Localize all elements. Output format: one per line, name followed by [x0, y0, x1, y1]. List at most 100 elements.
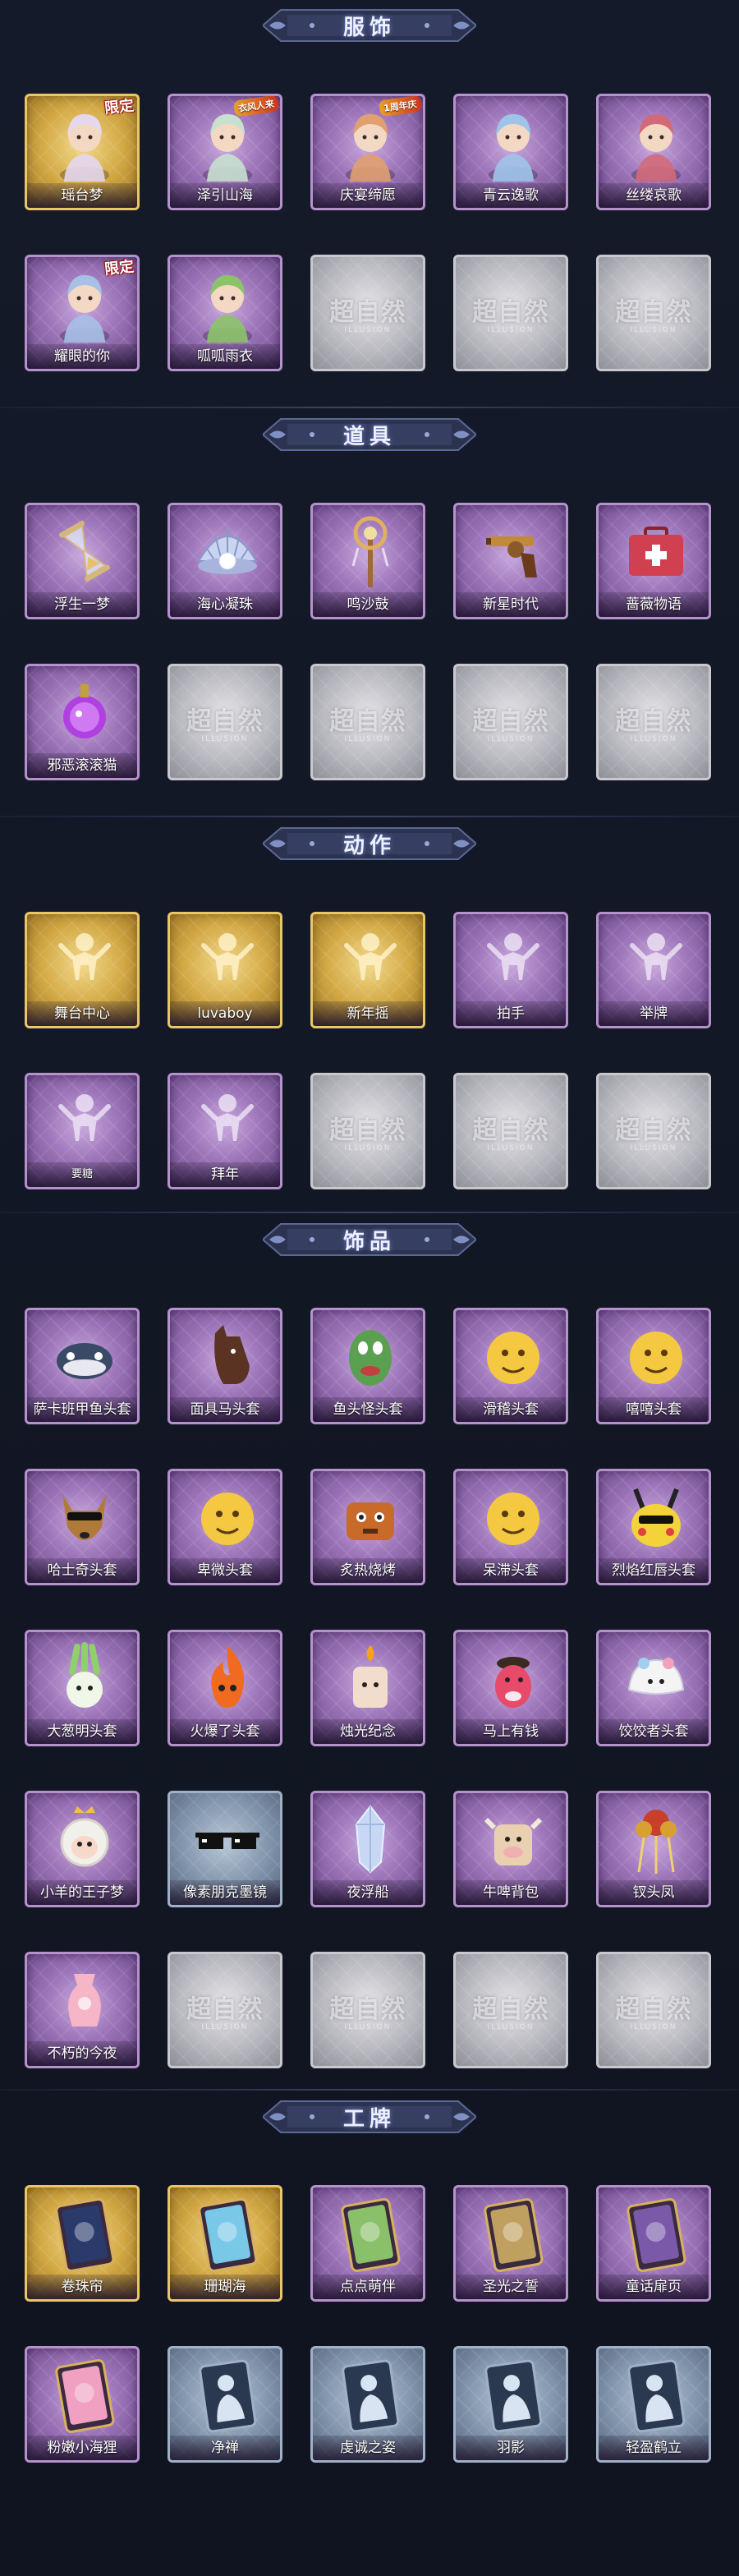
collection-item-card[interactable]: 衣风人来 泽引山海	[168, 94, 282, 210]
collection-item-card[interactable]: 1周年庆 庆宴缔愿	[310, 94, 425, 210]
collection-item-card[interactable]: 呆滞头套	[453, 1469, 568, 1585]
collection-item-card[interactable]: 烈焰红唇头套	[596, 1469, 711, 1585]
collection-item-card[interactable]: 拜年	[168, 1073, 282, 1189]
collection-item-card[interactable]: 童话扉页	[596, 2185, 711, 2302]
collection-item-card[interactable]: 炙热烧烤	[310, 1469, 425, 1585]
collection-item-card[interactable]: 海心凝珠	[168, 503, 282, 619]
collection-item-card[interactable]: 小羊的王子梦	[25, 1791, 140, 1907]
collection-item-card[interactable]: 丝缕哀歌	[596, 94, 711, 210]
collection-item-card[interactable]: 新年摇	[310, 912, 425, 1028]
collection-item-card[interactable]: 浮生一梦	[25, 503, 140, 619]
collection-item-card[interactable]: 鸣沙鼓	[310, 503, 425, 619]
section-header: 道具	[263, 412, 476, 457]
collection-item-card[interactable]: 限定 耀眼的你	[25, 255, 140, 371]
item-label: 马上有钱	[456, 1719, 566, 1744]
item-label: 珊瑚海	[170, 2275, 280, 2299]
placeholder-sub-text: ILLUSION	[630, 2023, 677, 2031]
collection-item-card[interactable]: 粉嫩小海狸	[25, 2346, 140, 2463]
pose-icon	[190, 1082, 264, 1161]
item-label: 青云逸歌	[456, 183, 566, 208]
item-label: 火爆了头套	[170, 1719, 280, 1744]
collection-item-card[interactable]: 钗头凤	[596, 1791, 711, 1907]
collection-item-card[interactable]: 卷珠帘	[25, 2185, 140, 2302]
emoji-icon	[476, 1478, 550, 1557]
collection-item-card[interactable]: 虔诚之姿	[310, 2346, 425, 2463]
collection-item-card[interactable]: 火爆了头套	[168, 1630, 282, 1746]
locked-item-card[interactable]: 超自然 ILLUSION	[596, 664, 711, 780]
collection-item-card[interactable]: 嘻嘻头套	[596, 1308, 711, 1424]
item-label: 夜浮船	[313, 1880, 423, 1905]
collection-item-card[interactable]: 萨卡班甲鱼头套	[25, 1308, 140, 1424]
locked-item-card[interactable]: 超自然 ILLUSION	[453, 664, 568, 780]
item-label: 圣光之誓	[456, 2275, 566, 2299]
locked-item-card[interactable]: 超自然 ILLUSION	[453, 1073, 568, 1189]
pixel-glasses-icon	[190, 1800, 264, 1879]
cow-icon	[476, 1800, 550, 1879]
placeholder-sub-text: ILLUSION	[487, 326, 535, 334]
collection-item-card[interactable]: 面具马头套	[168, 1308, 282, 1424]
locked-item-card[interactable]: 超自然 ILLUSION	[596, 255, 711, 371]
collection-item-card[interactable]: 净禅	[168, 2346, 282, 2463]
emoji-icon	[190, 1478, 264, 1557]
collection-item-card[interactable]: 新星时代	[453, 503, 568, 619]
collection-item-card[interactable]: 限定 瑶台梦	[25, 94, 140, 210]
item-label: 烛光纪念	[313, 1719, 423, 1744]
collection-item-card[interactable]: 马上有钱	[453, 1630, 568, 1746]
medkit-icon	[619, 512, 693, 591]
collection-item-card[interactable]: 呱呱雨衣	[168, 255, 282, 371]
collection-item-card[interactable]: 要糖	[25, 1073, 140, 1189]
locked-item-card[interactable]: 超自然 ILLUSION	[453, 1952, 568, 2068]
staff-icon	[333, 512, 407, 591]
locked-item-card[interactable]: 超自然 ILLUSION	[168, 1952, 282, 2068]
collection-item-card[interactable]: 像素朋克墨镜	[168, 1791, 282, 1907]
figure-icon	[619, 103, 693, 182]
item-label: 浮生一梦	[27, 592, 137, 617]
locked-item-card[interactable]: 超自然 ILLUSION	[596, 1073, 711, 1189]
locked-item-card[interactable]: 超自然 ILLUSION	[168, 664, 282, 780]
locked-item-card[interactable]: 超自然 ILLUSION	[596, 1952, 711, 2068]
collection-item-card[interactable]: 邪恶滚滚猫	[25, 664, 140, 780]
collection-item-card[interactable]: 卑微头套	[168, 1469, 282, 1585]
collection-item-card[interactable]: luvaboy	[168, 912, 282, 1028]
item-label: 鱼头怪头套	[313, 1397, 423, 1422]
collection-item-card[interactable]: 牛啤背包	[453, 1791, 568, 1907]
placeholder-sub-text: ILLUSION	[630, 735, 677, 743]
locked-item-card[interactable]: 超自然 ILLUSION	[310, 1952, 425, 2068]
locked-item-card[interactable]: 超自然 ILLUSION	[310, 1073, 425, 1189]
pose-icon	[619, 921, 693, 1000]
collection-item-card[interactable]: 哈士奇头套	[25, 1469, 140, 1585]
hourglass-icon	[48, 512, 122, 591]
collection-item-card[interactable]: 烛光纪念	[310, 1630, 425, 1746]
collection-item-card[interactable]: 夜浮船	[310, 1791, 425, 1907]
collection-item-card[interactable]: 饺饺者头套	[596, 1630, 711, 1746]
collection-item-card[interactable]: 轻盈鹤立	[596, 2346, 711, 2463]
placeholder-logo-icon: 超自然	[329, 298, 406, 327]
collection-item-card[interactable]: 圣光之誓	[453, 2185, 568, 2302]
placeholder-logo-icon: 超自然	[472, 707, 549, 736]
figure-icon	[190, 264, 264, 343]
collection-item-card[interactable]: 蔷薇物语	[596, 503, 711, 619]
locked-item-card[interactable]: 超自然 ILLUSION	[310, 255, 425, 371]
locked-item-card[interactable]: 超自然 ILLUSION	[453, 255, 568, 371]
item-label: 面具马头套	[170, 1397, 280, 1422]
placeholder-sub-text: ILLUSION	[487, 735, 535, 743]
item-label: 萨卡班甲鱼头套	[27, 1397, 137, 1422]
collection-item-card[interactable]: 鱼头怪头套	[310, 1308, 425, 1424]
limited-badge: 限定	[103, 258, 135, 278]
section-divider	[0, 2089, 739, 2091]
collection-item-card[interactable]: 大葱明头套	[25, 1630, 140, 1746]
collection-item-card[interactable]: 举牌	[596, 912, 711, 1028]
collection-item-card[interactable]: 滑稽头套	[453, 1308, 568, 1424]
item-label: 邪恶滚滚猫	[27, 753, 137, 778]
dog-head-icon	[48, 1478, 122, 1557]
collection-item-card[interactable]: 珊瑚海	[168, 2185, 282, 2302]
collection-item-card[interactable]: 不朽的今夜	[25, 1952, 140, 2068]
item-label: 庆宴缔愿	[313, 183, 423, 208]
locked-item-card[interactable]: 超自然 ILLUSION	[310, 664, 425, 780]
collection-item-card[interactable]: 拍手	[453, 912, 568, 1028]
collection-item-card[interactable]: 点点萌伴	[310, 2185, 425, 2302]
collection-item-card[interactable]: 舞台中心	[25, 912, 140, 1028]
collection-item-card[interactable]: 羽影	[453, 2346, 568, 2463]
collection-item-card[interactable]: 青云逸歌	[453, 94, 568, 210]
collection-page: 服饰 限定 瑶台梦 衣风人来 泽引山海 1周年庆 庆宴缔愿 青云逸歌 丝缕哀歌 …	[0, 0, 739, 2576]
